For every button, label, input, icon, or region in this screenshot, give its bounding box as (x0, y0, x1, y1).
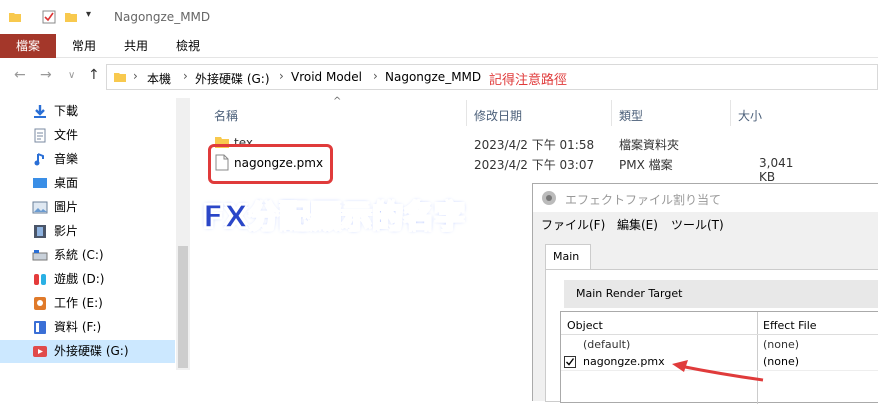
back-arrow-icon[interactable]: ← (14, 67, 26, 83)
drive-icon (32, 250, 48, 261)
sidebar-item-drive-e[interactable]: 工作 (E:) (0, 292, 175, 315)
document-icon (34, 128, 46, 143)
column-divider (466, 100, 467, 126)
sidebar-item-drive-f[interactable]: 資料 (F:) (0, 316, 175, 339)
sidebar-scrollbar[interactable] (176, 98, 190, 370)
download-icon (34, 105, 46, 118)
dialog-title-bar: エフェクトファイル割り当て (533, 184, 878, 212)
render-target-label: Main Render Target (564, 280, 878, 308)
up-arrow-icon[interactable]: ↑ (88, 67, 100, 83)
column-header-effect-file[interactable]: Effect File (763, 319, 817, 332)
work-drive-icon (34, 297, 46, 310)
sidebar-item-drive-g[interactable]: 外接硬碟 (G:) (0, 340, 175, 363)
video-icon (34, 225, 46, 238)
sidebar-item-drive-d[interactable]: 遊戲 (D:) (0, 268, 175, 291)
breadcrumb-item-this-pc[interactable]: 本機 (147, 70, 171, 87)
path-note: 記得注意路徑 (489, 73, 568, 88)
list-row-object[interactable]: (default) (583, 338, 630, 351)
check-icon (566, 358, 575, 366)
tab-share[interactable]: 共用 (112, 34, 160, 58)
music-icon (34, 153, 44, 166)
chevron-down-icon[interactable]: ▾ (86, 9, 91, 20)
title-bar: ▾ Nagongze_MMD (0, 0, 878, 34)
breadcrumb[interactable]: › 本機 › 外接硬碟 (G:) › Vroid Model › Nagongz… (106, 64, 878, 90)
new-folder-icon[interactable] (64, 10, 78, 24)
external-drive-icon (33, 346, 47, 357)
file-date: 2023/4/2 下午 01:58 (474, 138, 595, 152)
menu-tools[interactable]: ツール(T) (671, 216, 724, 233)
breadcrumb-item-nagongze-mmd[interactable]: Nagongze_MMD (385, 70, 481, 84)
header-separator (561, 334, 878, 335)
app-icon (542, 191, 556, 205)
model-checkbox[interactable] (564, 356, 576, 368)
sidebar-item-drive-c[interactable]: 系統 (C:) (0, 244, 175, 267)
file-date: 2023/4/2 下午 03:07 (474, 158, 595, 172)
annotation-title: FX分配顯示的名字 (202, 199, 466, 236)
file-type: PMX 檔案 (619, 158, 673, 172)
folder-icon (9, 13, 21, 22)
tab-main[interactable]: Main (545, 244, 591, 270)
tab-home[interactable]: 常用 (60, 34, 108, 58)
menu-file[interactable]: ファイル(F) (541, 216, 605, 233)
sidebar-item-downloads[interactable]: 下載 (0, 100, 175, 123)
file-type: 檔案資料夾 (619, 138, 680, 152)
sidebar-item-documents[interactable]: 文件 (0, 124, 175, 147)
pictures-icon (32, 201, 48, 214)
column-header-type[interactable]: 類型 (619, 107, 643, 124)
file-size: 3,041 KB (759, 156, 794, 184)
properties-icon[interactable] (42, 10, 56, 24)
ribbon: 檔案 常用 共用 檢視 (0, 34, 878, 58)
annotation-arrow-icon (672, 360, 764, 382)
column-header-name[interactable]: 名稱 (214, 107, 238, 124)
sidebar-item-desktop[interactable]: 桌面 (0, 172, 175, 195)
folder-icon (114, 73, 126, 82)
sort-caret-icon: ^ (333, 96, 342, 107)
tab-view[interactable]: 檢視 (164, 34, 212, 58)
tab-file[interactable]: 檔案 (0, 34, 56, 58)
window-title: Nagongze_MMD (114, 10, 211, 24)
column-header-object[interactable]: Object (567, 319, 603, 332)
recent-chevron-icon[interactable]: ∨ (68, 70, 75, 81)
dialog-title: エフェクトファイル割り当て (565, 193, 722, 207)
column-header-size[interactable]: 大小 (738, 107, 762, 124)
list-row-object[interactable]: nagongze.pmx (583, 355, 665, 368)
navigation-pane: 下載 文件 音樂 桌面 圖片 影片 系統 (C:) 遊戲 (D:) 工作 (E:… (0, 98, 190, 401)
forward-arrow-icon[interactable]: → (40, 67, 52, 83)
data-drive-icon (34, 321, 46, 334)
column-divider (611, 100, 612, 126)
list-row-effect[interactable]: (none) (763, 338, 799, 351)
breadcrumb-item-vroid-model[interactable]: Vroid Model (291, 70, 362, 84)
highlight-box (208, 144, 333, 184)
column-divider (730, 100, 731, 126)
dialog-menu-bar: ファイル(F) 編集(E) ツール(T) (533, 212, 878, 234)
sidebar-item-pictures[interactable]: 圖片 (0, 196, 175, 219)
sidebar-item-videos[interactable]: 影片 (0, 220, 175, 243)
menu-edit[interactable]: 編集(E) (617, 216, 658, 233)
column-header-date[interactable]: 修改日期 (474, 107, 522, 124)
desktop-icon (33, 178, 47, 188)
scrollbar-thumb[interactable] (178, 246, 188, 368)
sidebar-item-music[interactable]: 音樂 (0, 148, 175, 171)
breadcrumb-item-external-drive[interactable]: 外接硬碟 (G:) (195, 70, 270, 87)
game-drive-icon (34, 274, 46, 285)
